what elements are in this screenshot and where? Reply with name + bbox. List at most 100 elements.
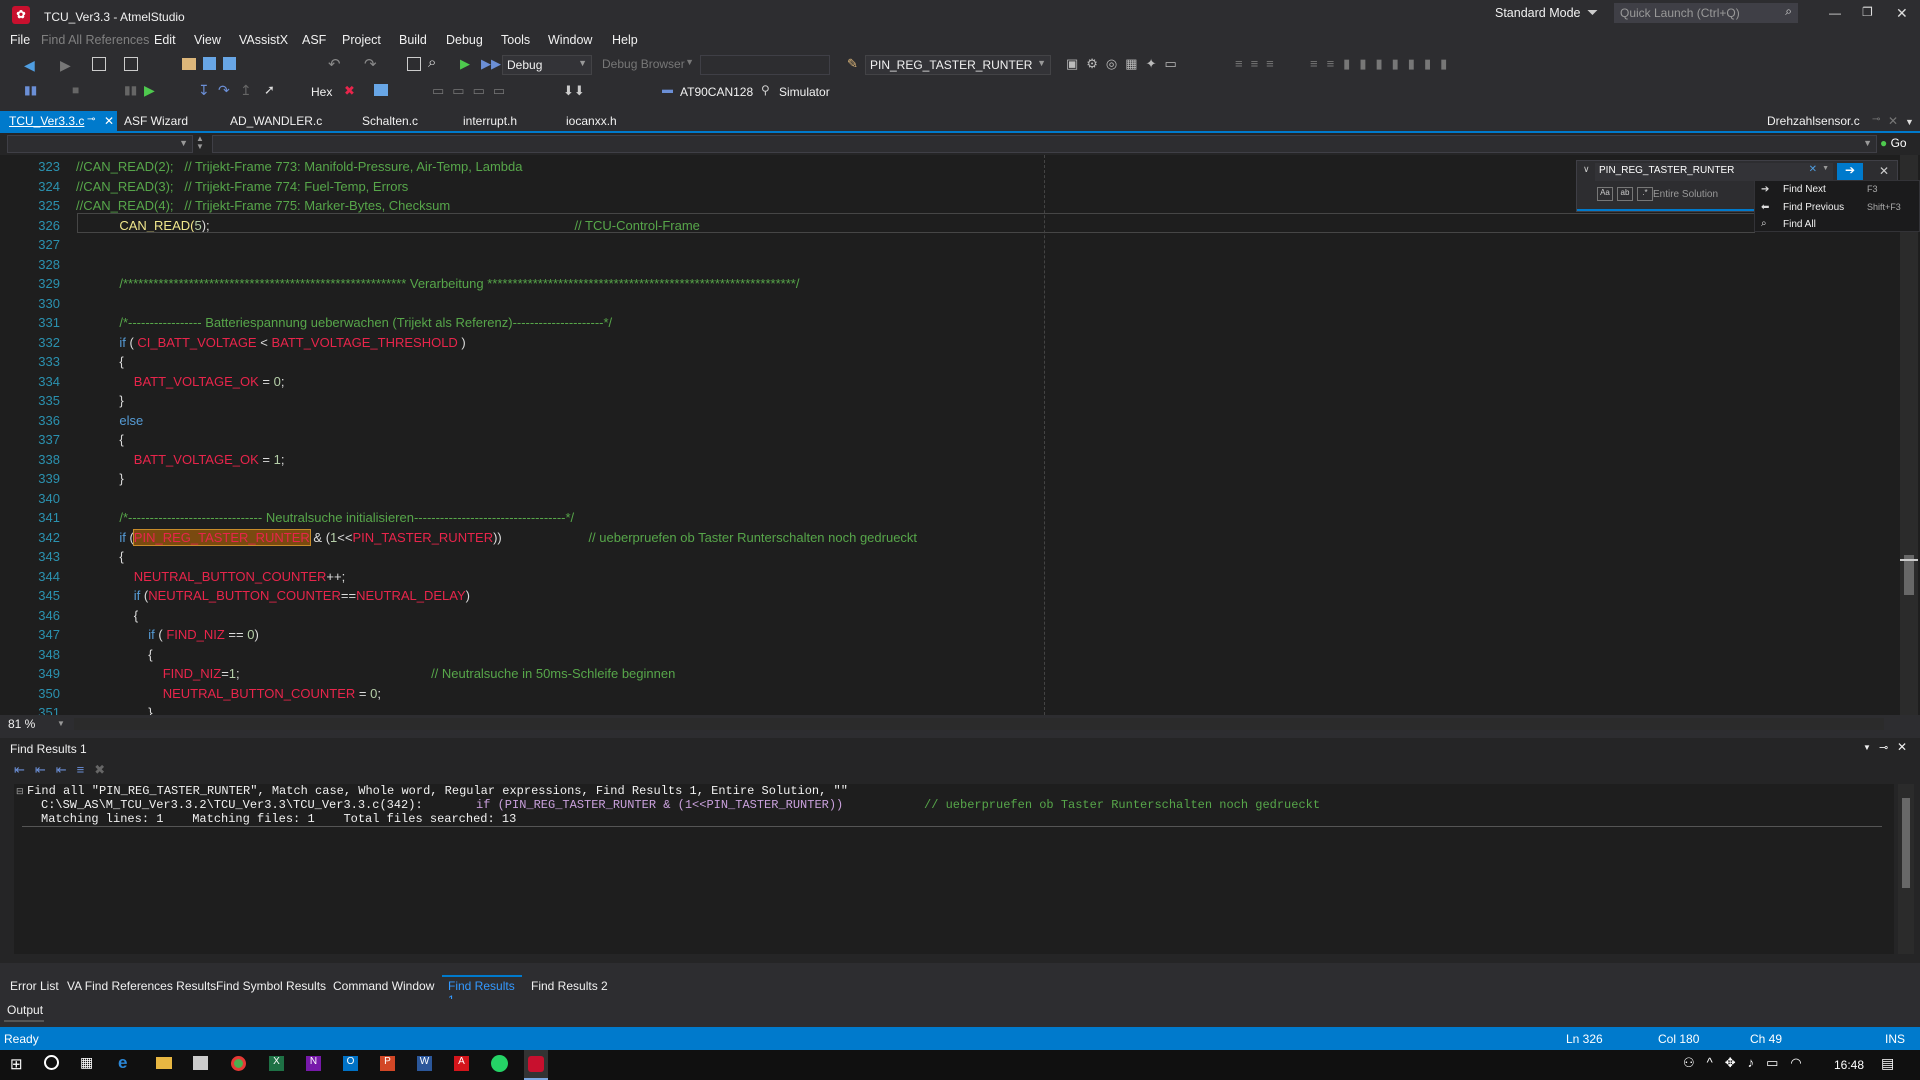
save-icon[interactable]: [203, 57, 216, 70]
mode-label[interactable]: Standard Mode: [1495, 6, 1580, 20]
whatsapp-icon[interactable]: [491, 1055, 508, 1072]
pause-icon[interactable]: ▮▮: [124, 83, 137, 97]
new-file-icon[interactable]: [124, 57, 138, 71]
find-icon[interactable]: ⌕: [428, 54, 436, 71]
powerpoint-icon[interactable]: P: [380, 1056, 395, 1071]
restore-button[interactable]: ❐: [1862, 5, 1873, 19]
device-programming-icon[interactable]: ⬇⬇: [563, 83, 585, 99]
expand-replace-icon[interactable]: ∨: [1583, 164, 1590, 175]
find-combo[interactable]: PIN_REG_TASTER_RUNTER ▼: [865, 55, 1051, 75]
chrome-icon[interactable]: [231, 1056, 246, 1071]
find-next-item[interactable]: Find Next: [1783, 184, 1826, 195]
edge-icon[interactable]: e: [118, 1053, 127, 1073]
tab-va-find-references[interactable]: VA Find References Results: [67, 979, 216, 993]
chevron-down-icon[interactable]: ▼: [1905, 117, 1914, 127]
zoom-level[interactable]: 81 %: [8, 717, 35, 731]
breakpoint-icon[interactable]: ✖: [344, 83, 355, 99]
chevron-down-icon[interactable]: ▼: [1863, 743, 1871, 752]
menu-find-all-references[interactable]: Find All References: [41, 33, 149, 47]
tray-icons[interactable]: ⚇^✥♪▭◠: [1683, 1055, 1814, 1071]
save-all-icon[interactable]: [223, 57, 236, 70]
chevron-down-icon[interactable]: ▼: [57, 719, 65, 728]
tab-find-results-1[interactable]: Find Results 1: [442, 975, 522, 1007]
forward-icon[interactable]: ▶: [60, 57, 71, 74]
pin-icon[interactable]: ⊸: [1879, 741, 1888, 754]
menu-debug[interactable]: Debug: [446, 33, 483, 47]
menu-help[interactable]: Help: [612, 33, 638, 47]
start-without-debugging-icon[interactable]: ▶▶: [481, 56, 501, 72]
find-next-button[interactable]: ➔: [1837, 163, 1863, 181]
cortana-icon[interactable]: [44, 1055, 59, 1070]
excel-icon[interactable]: X: [269, 1056, 284, 1071]
new-project-icon[interactable]: [92, 57, 106, 71]
onenote-icon[interactable]: N: [306, 1056, 321, 1071]
step-out-icon[interactable]: ↥: [240, 82, 252, 99]
tab-find-symbol-results[interactable]: Find Symbol Results: [216, 979, 326, 993]
horizontal-scrollbar[interactable]: [74, 718, 1884, 730]
menu-edit[interactable]: Edit: [154, 33, 176, 47]
scope-select[interactable]: ▼: [7, 135, 193, 153]
quick-launch-input[interactable]: Quick Launch (Ctrl+Q) ⌕: [1614, 3, 1798, 23]
config-select[interactable]: Debug ▼: [502, 55, 592, 75]
memory-icon[interactable]: [374, 84, 388, 96]
match-case-icon[interactable]: Aa: [1597, 187, 1613, 201]
menu-vassistx[interactable]: VAssistX: [239, 33, 288, 47]
close-icon[interactable]: ✕: [104, 114, 114, 128]
break-all-icon[interactable]: ▮▮: [24, 83, 37, 97]
tab-ad-wandler[interactable]: AD_WANDLER.c: [230, 114, 322, 128]
go-button[interactable]: ● Go: [1880, 136, 1907, 150]
results-vscroll[interactable]: [1898, 784, 1914, 954]
clock[interactable]: 16:48: [1834, 1058, 1864, 1072]
menu-window[interactable]: Window: [548, 33, 592, 47]
find-all-item[interactable]: Find All: [1783, 219, 1816, 230]
store-icon[interactable]: [193, 1056, 208, 1070]
tab-tcu-ver33[interactable]: TCU_Ver3.3.c ⊸ ✕: [0, 111, 117, 133]
target-select[interactable]: [700, 55, 830, 75]
tab-output[interactable]: Output: [7, 1003, 43, 1017]
tab-command-window[interactable]: Command Window: [333, 979, 434, 993]
menu-tools[interactable]: Tools: [501, 33, 530, 47]
back-icon[interactable]: ◀: [24, 57, 35, 74]
toolbar-icons-group[interactable]: ▣⚙◎▦✦▭: [1066, 56, 1185, 72]
debug-browser-select[interactable]: Debug Browser ▼: [598, 55, 698, 75]
debug-icons-group[interactable]: ▭▭▭▭: [432, 83, 513, 99]
atmelstudio-taskbar-icon[interactable]: [524, 1050, 548, 1080]
task-view-icon[interactable]: ▦: [80, 1054, 93, 1071]
close-icon[interactable]: ✕: [1888, 114, 1898, 128]
menu-asf[interactable]: ASF: [302, 33, 326, 47]
bookmark-icons-group[interactable]: ≡≡▮▮▮▮▮▮▮: [1310, 56, 1456, 72]
menu-file[interactable]: File: [10, 33, 30, 47]
find-in-files-icon[interactable]: ✎: [847, 56, 858, 72]
member-select[interactable]: ▼: [212, 135, 1877, 153]
minimize-button[interactable]: —: [1829, 6, 1841, 20]
result-code[interactable]: if (PIN_REG_TASTER_RUNTER & (1<<PIN_TAST…: [476, 798, 843, 812]
format-icons-group[interactable]: ≡≡≡: [1235, 56, 1282, 71]
find-previous-item[interactable]: Find Previous: [1783, 202, 1844, 213]
tab-find-results-2[interactable]: Find Results 2: [531, 979, 608, 993]
vertical-scrollbar[interactable]: [1900, 155, 1918, 715]
explorer-icon[interactable]: [156, 1057, 172, 1069]
close-find-icon[interactable]: ✕: [1879, 164, 1889, 178]
pin-icon[interactable]: ⊸: [1872, 114, 1880, 125]
step-over-icon[interactable]: ↷: [218, 82, 230, 99]
collapse-icon[interactable]: ⊟: [16, 786, 24, 797]
menu-build[interactable]: Build: [399, 33, 427, 47]
tool-label[interactable]: Simulator: [779, 85, 830, 99]
redo-icon[interactable]: ↷: [364, 55, 377, 73]
tab-asf-wizard[interactable]: ASF Wizard: [124, 114, 188, 128]
device-label[interactable]: AT90CAN128: [680, 85, 753, 99]
tab-interrupt-h[interactable]: interrupt.h: [463, 114, 517, 128]
spinner-icon[interactable]: ▲ ▼: [196, 135, 204, 151]
tab-error-list[interactable]: Error List: [10, 979, 59, 993]
open-file-icon[interactable]: [182, 58, 196, 70]
result-comment[interactable]: // ueberpruefen ob Taster Runterschalten…: [924, 798, 1320, 812]
find-query-input[interactable]: PIN_REG_TASTER_RUNTER ✕ ▼: [1595, 163, 1833, 181]
tab-schalten[interactable]: Schalten.c: [362, 114, 418, 128]
close-icon[interactable]: ✕: [1897, 740, 1907, 754]
menu-view[interactable]: View: [194, 33, 221, 47]
solution-explorer-icon[interactable]: [407, 57, 421, 71]
result-path[interactable]: C:\SW_AS\M_TCU_Ver3.3.2\TCU_Ver3.3\TCU_V…: [41, 798, 423, 812]
regex-icon[interactable]: .*: [1637, 187, 1653, 201]
word-icon[interactable]: W: [417, 1056, 432, 1071]
start-debugging-icon[interactable]: ▶: [460, 56, 470, 72]
